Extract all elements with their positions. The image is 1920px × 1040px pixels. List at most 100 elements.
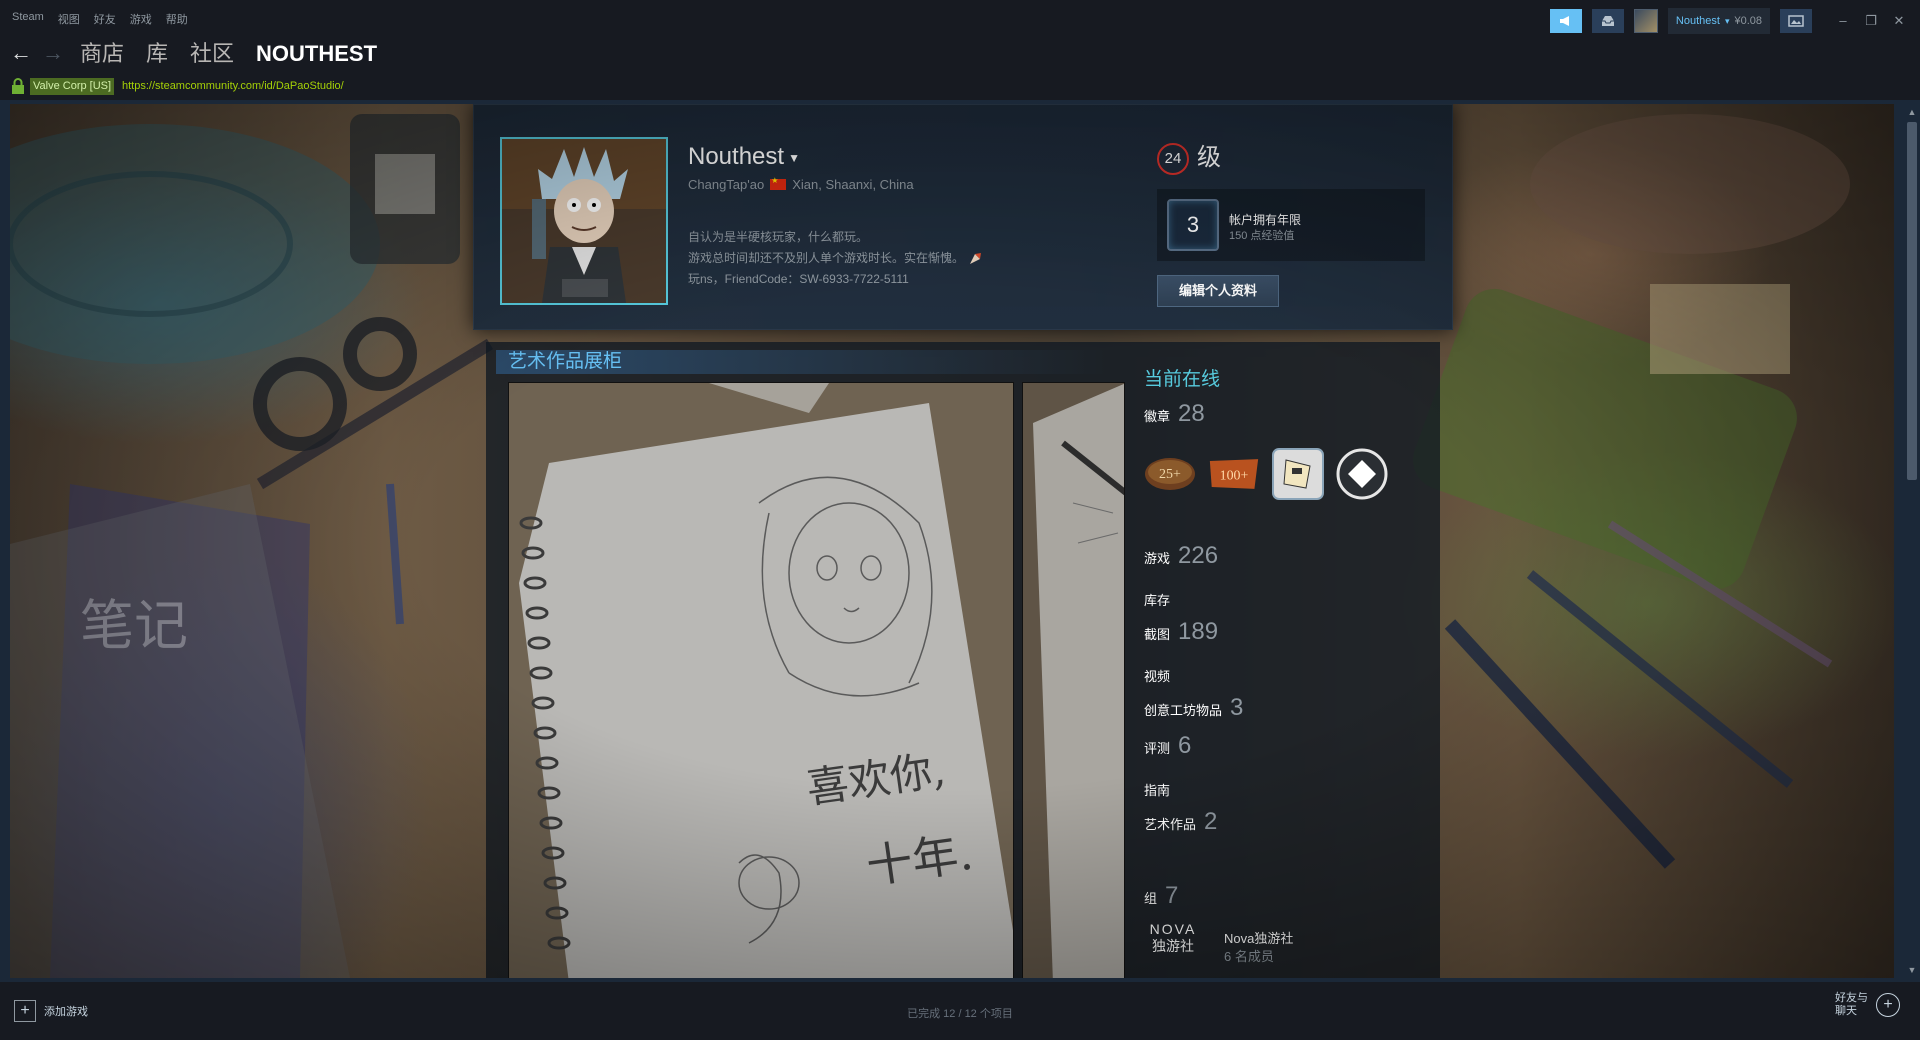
stat-screenshots[interactable]: 截图 189 — [1144, 618, 1218, 646]
stat-label: 库存 — [1144, 593, 1171, 608]
showcase-title: 艺术作品展柜 — [496, 350, 1108, 374]
badge-label: 25+ — [1159, 467, 1181, 482]
chevron-down-icon: ▾ — [1724, 15, 1730, 26]
group-logo-line: 独游社 — [1152, 938, 1194, 954]
scroll-up-icon[interactable]: ▲ — [1906, 106, 1918, 118]
scroll-down-icon[interactable]: ▼ — [1906, 964, 1918, 976]
stat-label: 艺术作品 — [1144, 817, 1197, 832]
nav-community[interactable]: 社区 — [190, 41, 234, 67]
screenshot-button[interactable] — [1780, 9, 1812, 33]
artwork-sketch-image: 喜欢你, 十年. — [509, 383, 1013, 978]
minimize-icon[interactable]: – — [1836, 13, 1850, 29]
stat-inventory[interactable]: 库存 — [1144, 590, 1178, 609]
emoticon-icon — [970, 252, 982, 264]
summary-line-with-emoticon: 游戏总时间却还不及别人单个游戏时长。实在惭愧。 — [688, 248, 983, 269]
account-username: Nouthest — [1675, 15, 1720, 27]
nav-store[interactable]: 商店 — [80, 41, 124, 67]
persona-name: Nouthest — [688, 143, 785, 170]
profile-header: Nouthest▼ ChangTap'ao Xian, Shaanxi, Chi… — [473, 104, 1453, 330]
years-of-service-badge-icon: 3 — [1167, 199, 1219, 251]
artwork-showcase: 艺术作品展柜 喜欢你, 十年. — [486, 342, 1126, 978]
summary-line: 游戏总时间却还不及别人单个游戏时长。实在惭愧。 — [688, 251, 965, 265]
nav-library[interactable]: 库 — [146, 41, 168, 67]
group-logo[interactable]: NOVA 独游社 — [1144, 920, 1202, 960]
certificate-badge[interactable]: Valve Corp [US] — [30, 78, 115, 95]
online-status: 当前在线 — [1144, 369, 1221, 390]
summary-line: 玩ns，FriendCode：SW-6933-7722-5111 — [688, 272, 909, 286]
level-label: 级 — [1197, 144, 1221, 171]
announcement-icon — [1559, 16, 1569, 26]
download-status[interactable]: 已完成 12 / 12 个项目 — [0, 1005, 1920, 1021]
games-100-badge-icon: 100+ — [1209, 459, 1259, 489]
scroll-thumb[interactable] — [1907, 122, 1917, 480]
menu-help[interactable]: 帮助 — [166, 11, 188, 27]
stat-workshop[interactable]: 创意工坊物品 3 — [1144, 694, 1243, 722]
badge-25-games[interactable]: 25+ — [1144, 448, 1196, 500]
persona-name-dropdown[interactable]: Nouthest ▼ — [688, 143, 800, 171]
user-avatar[interactable] — [1633, 9, 1658, 33]
restore-icon[interactable]: ❐ — [1864, 13, 1878, 29]
menu-view[interactable]: 视图 — [58, 11, 80, 27]
artwork-main[interactable]: 喜欢你, 十年. — [508, 382, 1014, 978]
stat-count: 6 — [1178, 732, 1192, 759]
wallet-balance: ¥0.08 — [1734, 15, 1762, 27]
page-scrollbar[interactable]: ▲ ▼ — [1904, 104, 1920, 978]
badges-link[interactable]: 徽章 28 — [1144, 400, 1205, 428]
stat-videos[interactable]: 视频 — [1144, 666, 1178, 685]
profile-summary: 自认为是半硬核玩家，什么都玩。 游戏总时间却还不及别人单个游戏时长。实在惭愧。 … — [688, 227, 983, 290]
diamond-badge-icon — [1336, 448, 1388, 500]
badge-100-games[interactable]: 100+ — [1208, 448, 1260, 500]
group-members: 6 名成员 — [1224, 949, 1274, 964]
menu-friends[interactable]: 好友 — [94, 11, 116, 27]
chevron-down-icon: ▼ — [788, 150, 800, 165]
artwork-secondary-image — [1023, 383, 1124, 978]
account-menu[interactable]: Nouthest ▾ ¥0.08 — [1667, 8, 1770, 34]
profile-right-column: 当前在线 徽章 28 25+ 100+ 游戏 226 库存 截图 189 视频 … — [1126, 342, 1440, 978]
stat-games[interactable]: 游戏 226 — [1144, 542, 1218, 570]
stat-guides[interactable]: 指南 — [1144, 780, 1178, 799]
community-badge-icon — [1272, 448, 1324, 500]
profile-avatar[interactable] — [500, 137, 668, 305]
badge-label: 100+ — [1220, 469, 1249, 484]
lock-icon — [12, 78, 24, 94]
nav-profile[interactable]: NOUTHEST — [256, 41, 377, 67]
location: Xian, Shaanxi, China — [792, 177, 914, 192]
summary-line: 自认为是半硬核玩家，什么都玩。 — [688, 230, 869, 244]
announcement-button[interactable] — [1549, 9, 1582, 33]
badge-title: 帐户拥有年限 — [1229, 213, 1302, 227]
nav-links: 商店 库 社区 NOUTHEST — [80, 41, 377, 67]
friends-chat-button[interactable]: 好友与 聊天 + — [1835, 992, 1900, 1018]
edit-profile-button[interactable]: 编辑个人资料 — [1157, 275, 1279, 307]
badge-community[interactable] — [1272, 448, 1324, 500]
stat-count: 28 — [1178, 400, 1205, 427]
stat-label: 评测 — [1144, 741, 1171, 756]
avatar-image — [502, 139, 666, 303]
favorite-badge[interactable]: 3 帐户拥有年限 150 点经验值 — [1157, 189, 1425, 261]
url-text[interactable]: https://steamcommunity.com/id/DaPaoStudi… — [122, 80, 344, 92]
stat-label: 视频 — [1144, 669, 1171, 684]
stat-count: 3 — [1230, 694, 1244, 721]
artwork-secondary[interactable] — [1022, 382, 1125, 978]
stat-count: 7 — [1165, 882, 1179, 909]
svg-text:笔记: 笔记 — [80, 596, 188, 656]
stat-artwork[interactable]: 艺术作品 2 — [1144, 808, 1217, 836]
badge-diamond[interactable] — [1336, 448, 1388, 500]
stat-count: 226 — [1178, 542, 1219, 569]
menu-steam[interactable]: Steam — [12, 11, 44, 27]
stat-count: 2 — [1204, 808, 1218, 835]
steam-client-window: Steam 视图 好友 游戏 帮助 Nouthest ▾ ¥0.08 – ❐ ✕… — [0, 0, 1920, 1040]
stat-reviews[interactable]: 评测 6 — [1144, 732, 1191, 760]
group-logo-line: NOVA — [1149, 921, 1197, 937]
stat-label: 截图 — [1144, 627, 1171, 642]
close-icon[interactable]: ✕ — [1892, 13, 1906, 29]
screenshot-icon — [1788, 15, 1804, 27]
back-arrow-icon[interactable]: ← — [10, 42, 32, 64]
inbox-button[interactable] — [1591, 9, 1624, 33]
forward-arrow-icon[interactable]: → — [42, 42, 64, 64]
groups-link[interactable]: 组 7 — [1144, 882, 1178, 910]
stat-label: 指南 — [1144, 783, 1171, 798]
menu-games[interactable]: 游戏 — [130, 11, 152, 27]
title-bar: Steam 视图 好友 游戏 帮助 Nouthest ▾ ¥0.08 – ❐ ✕ — [0, 0, 1920, 38]
friends-chat-label: 好友与 聊天 — [1835, 992, 1868, 1018]
group-name[interactable]: Nova独游社 — [1224, 928, 1293, 947]
